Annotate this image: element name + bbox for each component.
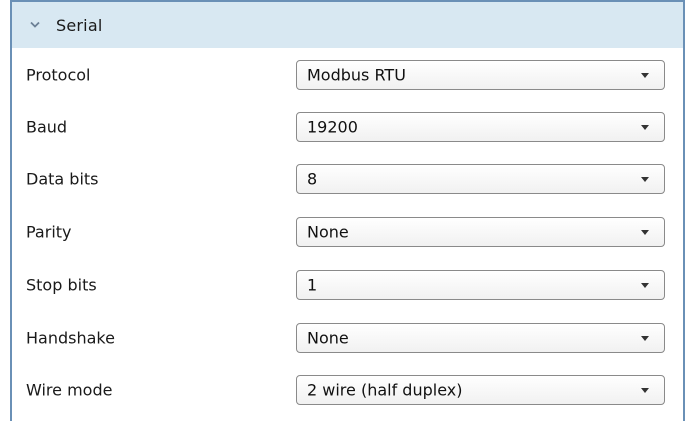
field-row-stop-bits: Stop bits 1: [12, 259, 683, 311]
stop-bits-label: Stop bits: [26, 275, 97, 295]
parity-value: None: [307, 222, 349, 242]
stop-bits-select[interactable]: 1: [296, 270, 665, 300]
section-title: Serial: [56, 15, 103, 35]
protocol-value: Modbus RTU: [307, 65, 406, 85]
handshake-label: Handshake: [26, 328, 115, 348]
wire-mode-select[interactable]: 2 wire (half duplex): [296, 375, 665, 405]
wire-mode-label: Wire mode: [26, 380, 113, 400]
dropdown-arrow-icon: [641, 125, 649, 130]
field-row-data-bits: Data bits 8: [12, 153, 683, 205]
field-row-protocol: Protocol Modbus RTU: [12, 49, 683, 101]
chevron-down-icon[interactable]: [28, 18, 42, 32]
data-bits-value: 8: [307, 169, 318, 189]
dropdown-arrow-icon: [641, 73, 649, 78]
field-row-baud: Baud 19200: [12, 101, 683, 153]
handshake-value: None: [307, 328, 349, 348]
protocol-select[interactable]: Modbus RTU: [296, 60, 665, 90]
field-row-handshake: Handshake None: [12, 312, 683, 364]
baud-select[interactable]: 19200: [296, 112, 665, 142]
field-row-wire-mode: Wire mode 2 wire (half duplex): [12, 364, 683, 416]
data-bits-label: Data bits: [26, 169, 99, 189]
stop-bits-value: 1: [307, 275, 318, 295]
wire-mode-value: 2 wire (half duplex): [307, 380, 463, 400]
parity-select[interactable]: None: [296, 217, 665, 247]
protocol-label: Protocol: [26, 65, 91, 85]
dropdown-arrow-icon: [641, 336, 649, 341]
dropdown-arrow-icon: [641, 230, 649, 235]
serial-section-header[interactable]: Serial: [12, 2, 683, 48]
baud-label: Baud: [26, 117, 68, 137]
serial-settings-panel: Serial Protocol Modbus RTU Baud 19200 Da…: [10, 0, 685, 421]
dropdown-arrow-icon: [641, 177, 649, 182]
field-row-parity: Parity None: [12, 206, 683, 258]
handshake-select[interactable]: None: [296, 323, 665, 353]
dropdown-arrow-icon: [641, 388, 649, 393]
dropdown-arrow-icon: [641, 283, 649, 288]
data-bits-select[interactable]: 8: [296, 164, 665, 194]
baud-value: 19200: [307, 117, 358, 137]
parity-label: Parity: [26, 222, 72, 242]
